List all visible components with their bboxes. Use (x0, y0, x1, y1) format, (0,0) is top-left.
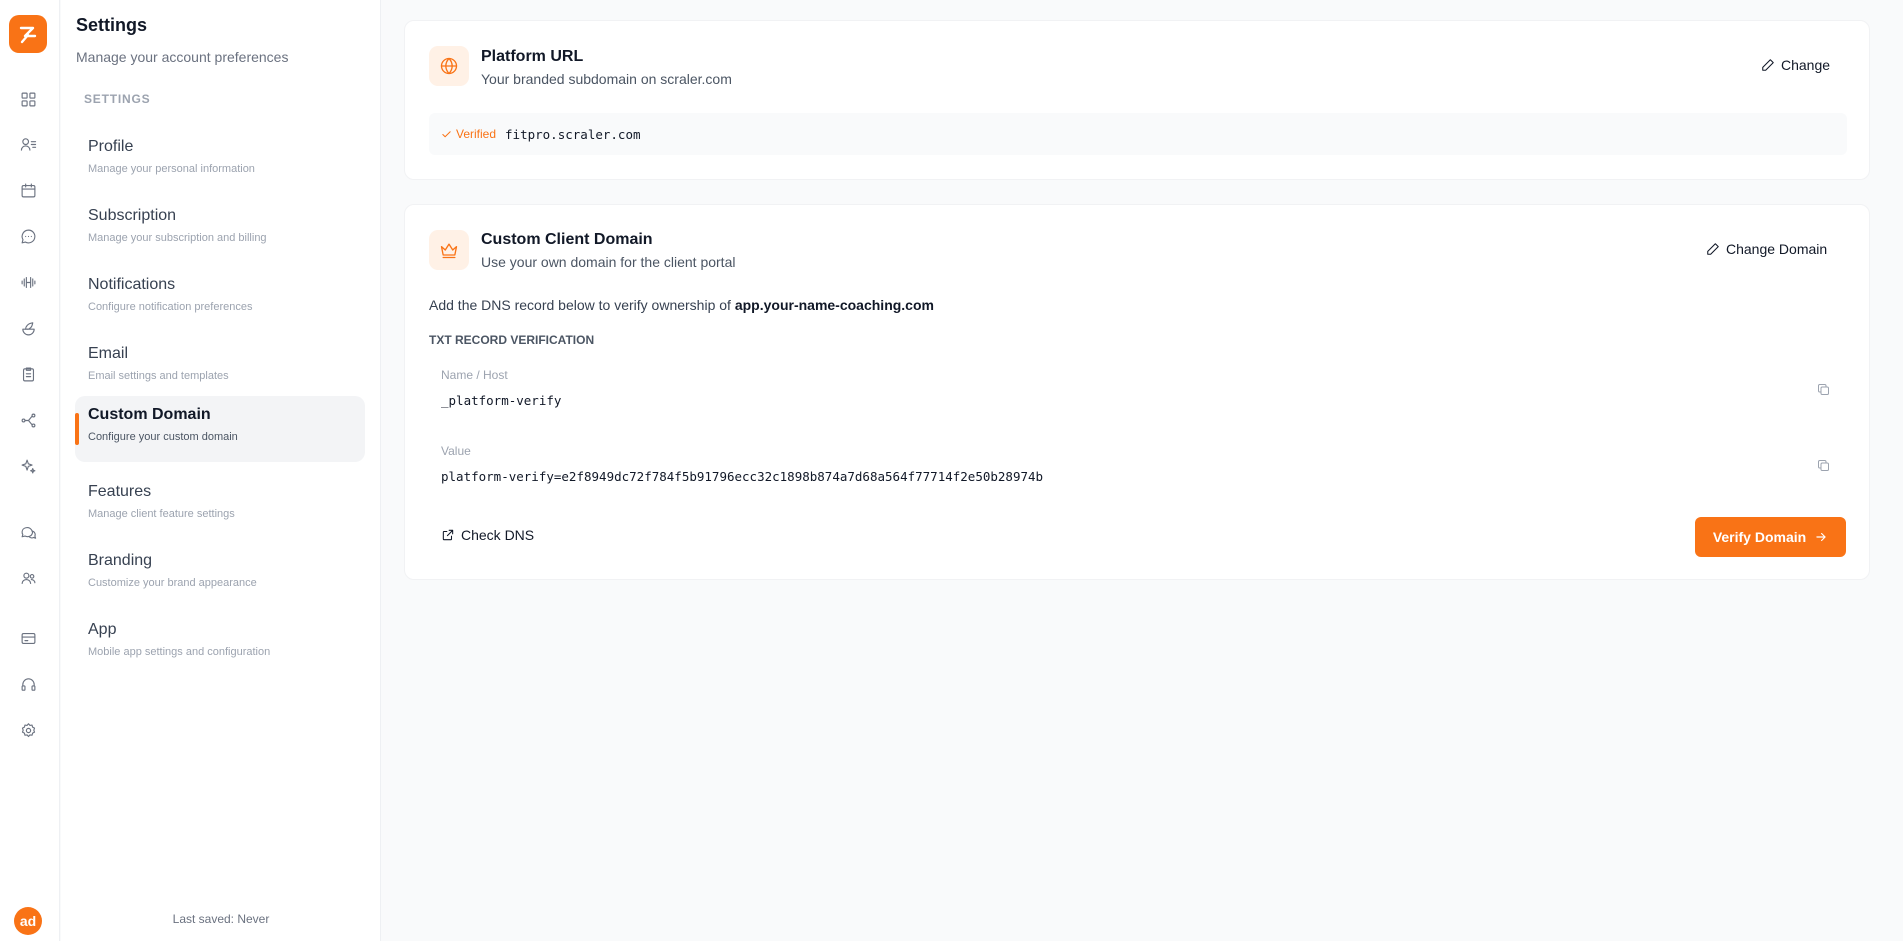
sidebar-item-label: Subscription (88, 207, 177, 224)
change-button-label: Change (1781, 57, 1831, 73)
crown-icon (429, 230, 469, 270)
platform-url-title: Platform URL (481, 48, 584, 65)
pencil-icon (1707, 243, 1719, 255)
verify-domain-button[interactable]: Verify Domain (1695, 517, 1846, 557)
sidebar-item-subscription[interactable]: Subscription Manage your subscription an… (75, 197, 365, 263)
value-value: platform-verify=e2f8949dc72f784f5b91796e… (441, 469, 1044, 484)
settings-sidebar: Settings Manage your account preferences… (61, 0, 381, 941)
community-icon[interactable] (18, 522, 38, 542)
automations-icon[interactable] (18, 410, 38, 430)
name-host-value: _platform-verify (441, 393, 562, 408)
platform-url-subtitle: Your branded subdomain on scraler.com (481, 71, 732, 87)
custom-domain-subtitle: Use your own domain for the client porta… (481, 254, 736, 270)
dns-instruction-text: Add the DNS record below to verify owner… (429, 297, 731, 313)
sidebar-item-label: Branding (88, 552, 153, 569)
platform-url-card: Platform URL Your branded subdomain on s… (404, 20, 1870, 180)
value-label: Value (441, 444, 471, 458)
sidebar-item-desc: Customize your brand appearance (88, 577, 257, 589)
change-platform-url-button[interactable]: Change (1761, 57, 1830, 73)
check-dns-label: Check DNS (461, 527, 535, 543)
forms-icon[interactable] (18, 364, 38, 384)
sidebar-item-label: Features (88, 483, 152, 500)
sidebar-item-label: Custom Domain (88, 406, 211, 423)
sidebar-item-desc: Manage your subscription and billing (88, 232, 267, 244)
dashboard-icon[interactable] (18, 89, 38, 109)
settings-icon[interactable] (18, 720, 38, 740)
custom-domain-card: Custom Client Domain Use your own domain… (404, 204, 1870, 580)
sidebar-item-branding[interactable]: Branding Customize your brand appearance (75, 542, 365, 608)
sidebar-item-features[interactable]: Features Manage client feature settings (75, 473, 365, 539)
platform-url-status-row: Verified fitpro.scraler.com (429, 113, 1847, 155)
sidebar-item-desc: Configure your custom domain (88, 431, 238, 443)
icon-rail: ad (0, 0, 60, 941)
arrow-right-icon (1816, 532, 1826, 542)
sidebar-item-desc: Email settings and templates (88, 370, 229, 382)
sidebar-item-desc: Manage client feature settings (88, 508, 235, 520)
nutrition-icon[interactable] (18, 318, 38, 338)
sidebar-item-desc: Mobile app settings and configuration (88, 646, 271, 658)
calendar-icon[interactable] (18, 180, 38, 200)
dns-instruction: Add the DNS record below to verify owner… (429, 297, 934, 313)
last-saved-status: Last saved: Never (172, 912, 270, 926)
sidebar-title: Settings (76, 15, 148, 35)
target-domain: app.your-name-coaching.com (734, 297, 934, 313)
sidebar-item-desc: Configure notification preferences (88, 301, 253, 313)
sidebar-item-label: Email (88, 345, 129, 362)
verify-domain-label: Verify Domain (1712, 529, 1807, 545)
support-icon[interactable] (18, 674, 38, 694)
sidebar-item-email[interactable]: Email Email settings and templates (75, 335, 365, 401)
sidebar-item-desc: Manage your personal information (88, 163, 255, 175)
custom-domain-title: Custom Client Domain (481, 231, 653, 248)
sidebar-item-label: Profile (88, 138, 134, 155)
change-domain-button[interactable]: Change Domain (1706, 241, 1827, 257)
verified-badge: Verified (441, 127, 496, 141)
sidebar-section-label: SETTINGS (84, 92, 151, 106)
pencil-icon (1762, 59, 1774, 71)
sidebar-item-app[interactable]: App Mobile app settings and configuratio… (75, 611, 365, 677)
check-icon (442, 130, 451, 137)
copy-value-icon[interactable] (1816, 458, 1832, 474)
sidebar-item-label: App (88, 621, 117, 638)
external-link-icon (442, 529, 454, 541)
sidebar-item-custom-domain[interactable]: Custom Domain Configure your custom doma… (75, 396, 365, 462)
sidebar-item-label: Notifications (88, 276, 176, 293)
globe-icon (429, 46, 469, 86)
user-avatar[interactable]: ad (14, 907, 42, 935)
platform-domain: fitpro.scraler.com (505, 126, 641, 142)
name-host-label: Name / Host (441, 368, 508, 382)
chat-icon[interactable] (18, 226, 38, 246)
ai-icon[interactable] (18, 456, 38, 476)
logo-icon (19, 26, 37, 44)
workouts-icon[interactable] (18, 272, 38, 292)
sidebar-item-notifications[interactable]: Notifications Configure notification pre… (75, 266, 365, 332)
sidebar-item-profile[interactable]: Profile Manage your personal information (75, 128, 365, 194)
sidebar-subtitle: Manage your account preferences (76, 49, 289, 65)
verified-label: Verified (456, 127, 497, 141)
clients-icon[interactable] (18, 134, 38, 154)
copy-name-icon[interactable] (1816, 382, 1832, 398)
team-icon[interactable] (18, 568, 38, 588)
check-dns-button[interactable]: Check DNS (441, 527, 534, 543)
change-domain-label: Change Domain (1726, 241, 1828, 257)
txt-record-label: TXT RECORD VERIFICATION (429, 333, 595, 347)
app-logo[interactable] (9, 15, 47, 53)
billing-icon[interactable] (18, 628, 38, 648)
